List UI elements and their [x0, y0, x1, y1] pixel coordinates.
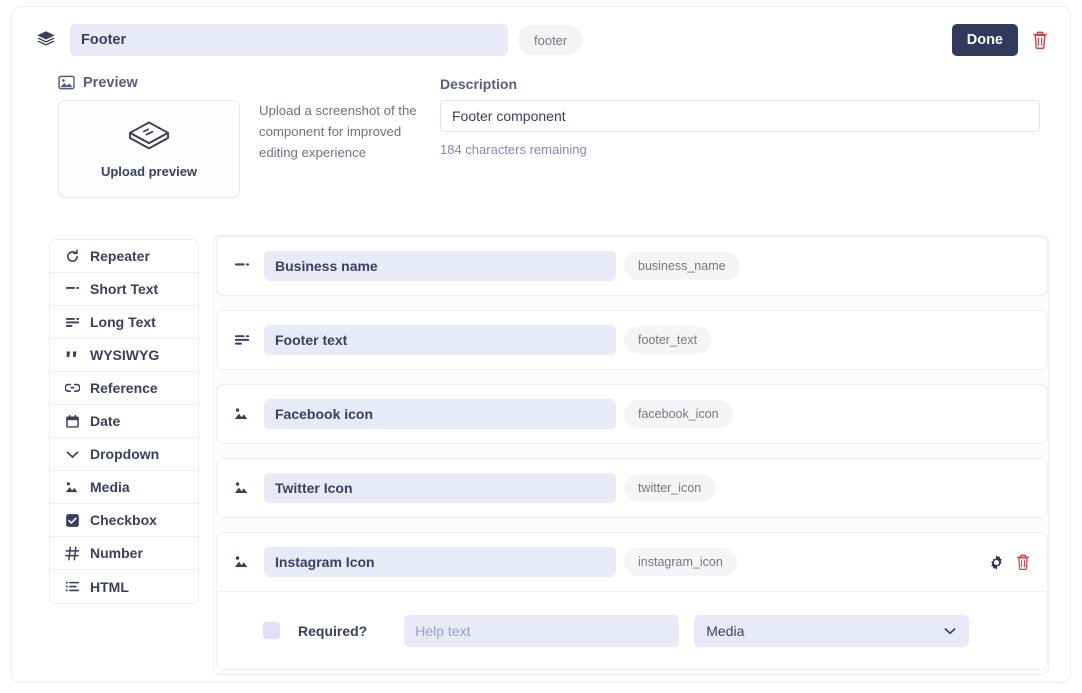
sidebar-item-checkbox[interactable]: Checkbox	[50, 504, 198, 537]
field-row[interactable]: Facebook icon facebook_icon	[216, 384, 1048, 444]
link-icon	[64, 380, 80, 396]
sidebar-item-label: Repeater	[90, 248, 150, 264]
description-input[interactable]: Footer component	[440, 100, 1040, 132]
sidebar-item-date[interactable]: Date	[50, 405, 198, 438]
sidebar-item-short-text[interactable]: Short Text	[50, 273, 198, 306]
field-row[interactable]: Business name business_name	[216, 236, 1048, 296]
checkbox-icon	[64, 512, 80, 528]
done-button[interactable]: Done	[952, 24, 1018, 56]
short-text-icon	[64, 281, 80, 297]
field-type-palette: Repeater Short Text	[49, 239, 199, 604]
upload-hint-text: Upload a screenshot of the component for…	[259, 100, 419, 163]
layers-icon	[35, 29, 57, 51]
help-text-input[interactable]: Help text	[404, 615, 679, 647]
description-label: Description	[440, 76, 517, 92]
quote-icon	[64, 347, 80, 363]
sidebar-item-label: Checkbox	[90, 512, 157, 528]
repeat-icon	[64, 248, 80, 264]
field-name-input[interactable]: Footer text	[264, 325, 616, 355]
header-actions: Done	[952, 24, 1049, 56]
field-name-input[interactable]: Instagram Icon	[264, 547, 616, 577]
sidebar-item-repeater[interactable]: Repeater	[50, 240, 198, 273]
hash-icon	[64, 545, 80, 561]
field-row[interactable]: Twitter Icon twitter_icon	[216, 458, 1048, 518]
list-icon	[64, 579, 80, 595]
upload-preview-label: Upload preview	[101, 164, 197, 179]
field-name-input[interactable]: Facebook icon	[264, 399, 616, 429]
gear-icon[interactable]	[988, 554, 1005, 571]
sidebar-item-label: HTML	[90, 579, 129, 595]
sidebar-item-reference[interactable]: Reference	[50, 372, 198, 405]
field-row-actions	[988, 553, 1031, 571]
sidebar-item-label: Number	[90, 545, 143, 561]
field-row-main: Instagram Icon instagram_icon	[217, 533, 1047, 591]
component-slug-badge: footer	[518, 25, 583, 55]
sidebar-item-html[interactable]: HTML	[50, 570, 198, 603]
component-name-input[interactable]: Footer	[70, 24, 508, 56]
field-row-main: Footer text footer_text	[217, 311, 1047, 369]
required-checkbox[interactable]	[263, 622, 280, 639]
field-name-input[interactable]: Business name	[264, 251, 616, 281]
preview-label: Preview	[58, 74, 138, 91]
field-name-input[interactable]: Twitter Icon	[264, 473, 616, 503]
delete-field-icon[interactable]	[1015, 553, 1031, 571]
upload-preview-button[interactable]: Upload preview	[58, 100, 240, 198]
field-settings-panel: Required? Help text Media	[217, 591, 1047, 669]
field-slug-badge: instagram_icon	[624, 548, 737, 576]
sidebar-item-long-text[interactable]: Long Text	[50, 306, 198, 339]
editor-card: Footer footer Done	[11, 6, 1071, 683]
field-slug-badge: footer_text	[624, 326, 711, 354]
layers-stack-icon	[126, 119, 172, 157]
field-slug-badge: business_name	[624, 252, 740, 280]
preview-label-text: Preview	[83, 75, 138, 91]
long-text-icon	[233, 331, 251, 349]
image-icon	[233, 479, 251, 497]
component-editor-page: Footer footer Done	[0, 0, 1082, 693]
image-icon	[233, 405, 251, 423]
required-label: Required?	[298, 623, 367, 639]
field-row-expanded[interactable]: Instagram Icon instagram_icon	[216, 532, 1048, 670]
image-icon	[233, 553, 251, 571]
field-slug-badge: twitter_icon	[624, 474, 715, 502]
chevron-down-icon	[943, 624, 957, 638]
calendar-icon	[64, 413, 80, 429]
chevron-down-icon	[64, 446, 80, 462]
sidebar-item-label: Media	[90, 479, 130, 495]
sidebar-item-label: WYSIWYG	[90, 347, 159, 363]
field-slug-badge: facebook_icon	[624, 400, 733, 428]
editor-header: Footer footer Done	[35, 17, 1049, 63]
image-icon	[58, 74, 75, 91]
short-text-icon	[233, 257, 251, 275]
field-type-select[interactable]: Media	[694, 615, 969, 647]
sidebar-item-wysiwyg[interactable]: WYSIWYG	[50, 339, 198, 372]
field-row[interactable]: Footer text footer_text	[216, 310, 1048, 370]
delete-component-icon[interactable]	[1031, 30, 1049, 50]
sidebar-item-number[interactable]: Number	[50, 537, 198, 570]
field-row-main: Twitter Icon twitter_icon	[217, 459, 1047, 517]
characters-remaining-text: 184 characters remaining	[440, 142, 587, 157]
long-text-icon	[64, 314, 80, 330]
image-icon	[64, 479, 80, 495]
sidebar-item-label: Date	[90, 413, 120, 429]
field-row-main: Facebook icon facebook_icon	[217, 385, 1047, 443]
sidebar-item-label: Long Text	[90, 314, 156, 330]
sidebar-item-media[interactable]: Media	[50, 471, 198, 504]
sidebar-item-label: Short Text	[90, 281, 158, 297]
fields-list: Business name business_name Foot	[213, 235, 1049, 675]
field-row-main: Business name business_name	[217, 237, 1047, 295]
sidebar-item-label: Reference	[90, 380, 158, 396]
field-type-value: Media	[706, 623, 943, 639]
sidebar-item-label: Dropdown	[90, 446, 159, 462]
sidebar-item-dropdown[interactable]: Dropdown	[50, 438, 198, 471]
